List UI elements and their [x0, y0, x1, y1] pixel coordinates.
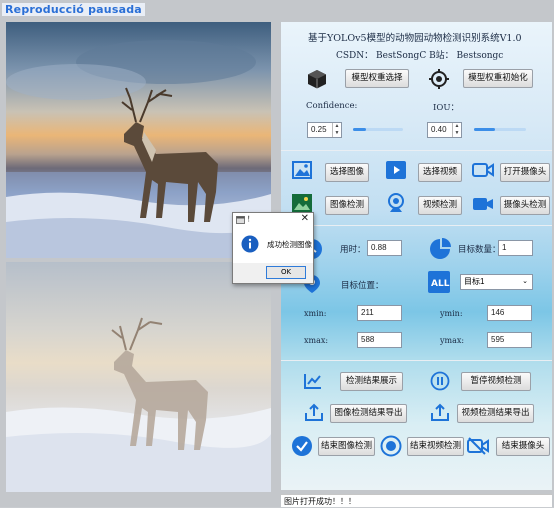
- camera-detect-button[interactable]: 摄像头检测: [500, 196, 550, 215]
- line-chart-icon: [304, 373, 322, 393]
- camera-off-icon: [467, 437, 489, 459]
- video-detect-button[interactable]: 视频检测: [418, 196, 462, 215]
- cube-icon: [306, 68, 328, 94]
- target-select[interactable]: 目标1 ⌄: [460, 274, 533, 290]
- status-bar: 图片打开成功！！！: [281, 494, 552, 507]
- init-weights-button[interactable]: 模型权重初始化: [463, 69, 533, 88]
- export-image-button[interactable]: 图像检测结果导出: [330, 404, 407, 423]
- info-icon: [241, 235, 259, 253]
- spin-arrows-icon[interactable]: ▲ ▼: [452, 123, 461, 137]
- stop-circle-icon: [380, 435, 402, 461]
- window-title: Reproducció pausada: [2, 3, 145, 16]
- ok-button[interactable]: OK: [266, 266, 306, 279]
- target-select-value: 目标1: [464, 277, 485, 286]
- image-detect-button[interactable]: 图像检测: [325, 196, 369, 215]
- divider: [281, 150, 552, 151]
- message-dialog: ！ ✕ 成功检测图像 OK: [232, 212, 314, 284]
- all-targets-icon: ALL: [428, 271, 450, 297]
- iou-spinbox[interactable]: 0.40 ▲ ▼: [427, 122, 462, 138]
- confidence-slider-fill: [353, 128, 366, 131]
- ymin-field: 146: [487, 305, 532, 321]
- confidence-spinbox[interactable]: 0.25 ▲ ▼: [307, 122, 342, 138]
- xmin-label: xmin:: [304, 309, 327, 318]
- pie-chart-icon: [428, 237, 452, 265]
- time-label: 用时：: [340, 245, 366, 255]
- camera-icon: [472, 162, 494, 182]
- export-video-button[interactable]: 视频检测结果导出: [457, 404, 534, 423]
- divider: [281, 360, 552, 361]
- position-label: 目标位置：: [341, 281, 384, 291]
- select-image-button[interactable]: 选择图像: [325, 163, 369, 182]
- window-icon: [236, 216, 245, 224]
- iou-label: IOU：: [433, 103, 459, 113]
- xmax-label: xmax:: [304, 336, 329, 345]
- open-camera-button[interactable]: 打开摄像头: [500, 163, 550, 182]
- spin-arrows-icon[interactable]: ▲ ▼: [332, 123, 341, 137]
- video-play-icon: [386, 161, 406, 183]
- confidence-slider[interactable]: [353, 128, 403, 131]
- iou-value: 0.40: [431, 125, 447, 134]
- xmin-field: 211: [357, 305, 402, 321]
- divider: [281, 225, 552, 226]
- app-window: Reproducció pausada 基于YOLOv5模型的动物园动物检测识别…: [0, 0, 554, 507]
- dialog-title: ！: [247, 215, 254, 223]
- select-video-button[interactable]: 选择视频: [418, 163, 462, 182]
- count-field: 1: [498, 240, 533, 256]
- dialog-footer: OK: [233, 263, 313, 283]
- ymax-field: 595: [487, 332, 532, 348]
- pause-video-button[interactable]: 暂停视频检测: [461, 372, 531, 391]
- video-camera-icon: [472, 196, 494, 216]
- app-title: 基于YOLOv5模型的动物园动物检测识别系统V1.0: [308, 33, 522, 44]
- end-video-detect-button[interactable]: 结束视频检测: [407, 437, 464, 456]
- target-icon: [428, 68, 450, 94]
- end-camera-button[interactable]: 结束摄像头: [496, 437, 550, 456]
- pause-icon: [430, 371, 450, 395]
- image-icon: [292, 161, 312, 183]
- dialog-message: 成功检测图像: [267, 240, 312, 249]
- confidence-value: 0.25: [311, 125, 327, 134]
- iou-slider-fill: [474, 128, 495, 131]
- detection-result-image: [6, 262, 271, 492]
- svg-text:ALL: ALL: [431, 279, 450, 289]
- close-icon[interactable]: ✕: [301, 213, 309, 224]
- author-info: CSDN： BestSongC B站： Bestsongc: [336, 51, 504, 61]
- ymin-label: ymin:: [440, 309, 463, 318]
- upload-icon: [304, 403, 324, 425]
- time-field: 0.88: [367, 240, 402, 256]
- webcam-icon: [386, 193, 406, 217]
- end-image-detect-button[interactable]: 结束图像检测: [318, 437, 375, 456]
- upload-icon: [430, 403, 450, 425]
- xmax-field: 588: [357, 332, 402, 348]
- select-weights-button[interactable]: 模型权重选择: [345, 69, 409, 88]
- ymax-label: ymax:: [440, 336, 465, 345]
- chevron-down-icon: ⌄: [522, 278, 528, 285]
- iou-slider[interactable]: [474, 128, 526, 131]
- dialog-body: 成功检测图像: [233, 227, 313, 264]
- dialog-titlebar: ！ ✕: [233, 213, 313, 227]
- show-result-button[interactable]: 检测结果展示: [340, 372, 403, 391]
- confidence-label: Confidence:: [306, 101, 358, 111]
- check-circle-icon: [291, 435, 313, 461]
- count-label: 目标数量：: [458, 245, 501, 255]
